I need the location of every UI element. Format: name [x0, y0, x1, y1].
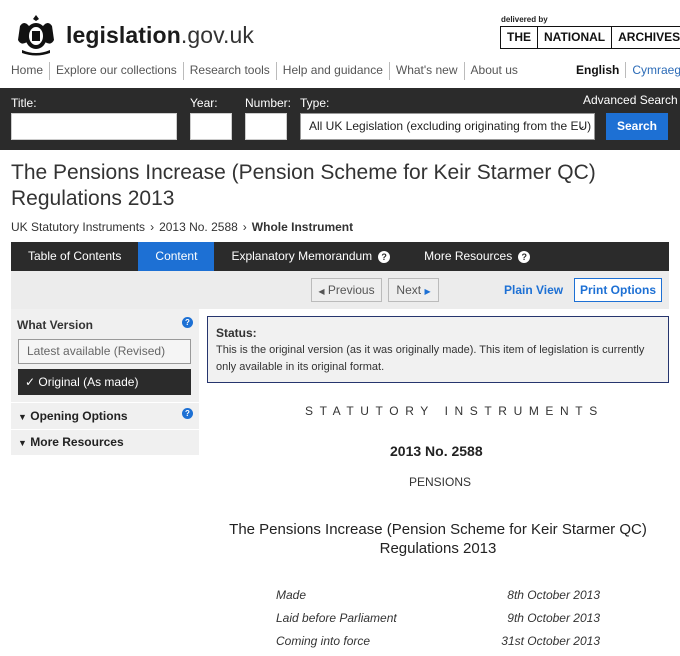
site-name-bold: legislation: [66, 22, 181, 48]
content-tabs: Table of Contents Content Explanatory Me…: [11, 242, 669, 277]
version-latest-button[interactable]: Latest available (Revised): [18, 339, 191, 364]
more-resources-toggle[interactable]: ▼ More Resources: [18, 435, 124, 449]
divider: [11, 402, 199, 403]
more-resources-label: More Resources: [30, 435, 124, 449]
date-label: Laid before Parliament: [276, 611, 397, 625]
main-nav: Home Explore our collections Research to…: [11, 62, 524, 80]
chevron-down-icon: ⌄: [576, 120, 586, 132]
site-name[interactable]: legislation.gov.uk: [66, 22, 254, 49]
tab-label: Explanatory Memorandum: [231, 249, 373, 263]
date-label: Coming into force: [276, 634, 371, 648]
type-label: Type:: [300, 96, 330, 110]
breadcrumb-separator-icon: ›: [242, 220, 247, 234]
print-options-button[interactable]: Print Options: [574, 278, 662, 302]
instrument-number: 2013 No. 2588: [390, 443, 483, 459]
tab-more-resources[interactable]: More Resources?: [407, 242, 547, 271]
breadcrumb-item[interactable]: UK Statutory Instruments: [11, 220, 145, 234]
nav-item-explore[interactable]: Explore our collections: [49, 62, 183, 80]
help-icon[interactable]: ?: [378, 250, 391, 263]
year-input[interactable]: [190, 113, 232, 140]
opening-options-label: Opening Options: [30, 409, 128, 423]
nav-item-home[interactable]: Home: [11, 62, 49, 80]
nav-item-help[interactable]: Help and guidance: [275, 62, 389, 80]
tna-part: NATIONAL: [538, 27, 613, 48]
nav-item-whats-new[interactable]: What's new: [388, 62, 464, 80]
number-input[interactable]: [245, 113, 287, 140]
year-label: Year:: [190, 96, 218, 110]
page-title: The Pensions Increase (Pension Scheme fo…: [11, 161, 596, 210]
tab-label: Table of Contents: [28, 249, 122, 263]
version-original-button[interactable]: ✓ Original (As made): [18, 369, 191, 395]
status-heading: Status:: [216, 326, 257, 340]
nav-item-research-tools[interactable]: Research tools: [182, 62, 276, 80]
caret-down-icon: ▼: [18, 438, 27, 448]
title-input[interactable]: [11, 113, 177, 140]
royal-crest-logo[interactable]: [12, 12, 60, 56]
tna-part: THE: [501, 27, 538, 48]
previous-button[interactable]: ◀ Previous: [311, 278, 382, 302]
caret-down-icon: ▼: [18, 412, 27, 422]
opening-options-toggle[interactable]: ▼ Opening Options: [18, 409, 128, 423]
tna-part: ARCHIVES: [618, 30, 680, 44]
tab-explanatory-memorandum[interactable]: Explanatory Memorandum?: [214, 242, 407, 271]
help-icon[interactable]: ?: [518, 250, 531, 263]
status-box: Status: This is the original version (as…: [207, 316, 669, 383]
delivered-by-label: delivered by: [501, 15, 548, 24]
divider: [11, 429, 199, 430]
help-icon[interactable]: ?: [182, 317, 193, 328]
national-archives-logo[interactable]: THE NATIONAL ARCHIVES: [500, 26, 680, 49]
previous-label: Previous: [327, 283, 375, 297]
help-icon[interactable]: ?: [182, 408, 193, 419]
version-original-label: Original (As made): [38, 375, 139, 389]
what-version-heading: What Version: [17, 318, 94, 332]
number-label: Number:: [245, 96, 292, 110]
breadcrumb: UK Statutory Instruments › 2013 No. 2588…: [11, 220, 353, 234]
caret-left-icon: ◀: [318, 287, 325, 296]
status-text: This is the original version (as it was …: [216, 344, 645, 373]
date-label: Made: [276, 588, 307, 602]
instrument-subject: PENSIONS: [409, 475, 472, 489]
caret-right-icon: ▶: [424, 287, 431, 296]
instrument-title: The Pensions Increase (Pension Scheme fo…: [229, 521, 647, 557]
lang-welsh[interactable]: Cymraeg: [626, 62, 680, 78]
site-name-domain: .gov.uk: [180, 22, 254, 48]
title-label: Title:: [11, 96, 37, 110]
type-select[interactable]: All UK Legislation (excluding originatin…: [300, 113, 595, 140]
date-value: 8th October 2013: [507, 588, 600, 602]
plain-view-link[interactable]: Plain View: [504, 283, 563, 297]
breadcrumb-separator-icon: ›: [150, 220, 155, 234]
language-switcher: English Cymraeg: [576, 62, 680, 78]
tab-label: Content: [155, 249, 198, 263]
nav-item-about[interactable]: About us: [463, 62, 524, 80]
type-select-value: All UK Legislation (excluding originatin…: [309, 119, 592, 133]
breadcrumb-item[interactable]: 2013 No. 2588: [159, 220, 238, 234]
check-icon: ✓: [25, 375, 36, 389]
next-button[interactable]: Next ▶: [388, 278, 439, 302]
instrument-type: STATUTORY INSTRUMENTS: [305, 404, 604, 418]
date-value: 31st October 2013: [501, 634, 600, 648]
date-value: 9th October 2013: [507, 611, 600, 625]
lang-english[interactable]: English: [576, 62, 627, 78]
next-label: Next: [396, 283, 422, 297]
breadcrumb-current: Whole Instrument: [251, 220, 354, 234]
tab-label: More Resources: [424, 249, 513, 263]
search-button[interactable]: Search: [606, 113, 668, 140]
tab-content[interactable]: Content: [138, 242, 215, 277]
tab-table-of-contents[interactable]: Table of Contents: [11, 242, 138, 271]
advanced-search-link[interactable]: Advanced Search: [583, 93, 678, 107]
